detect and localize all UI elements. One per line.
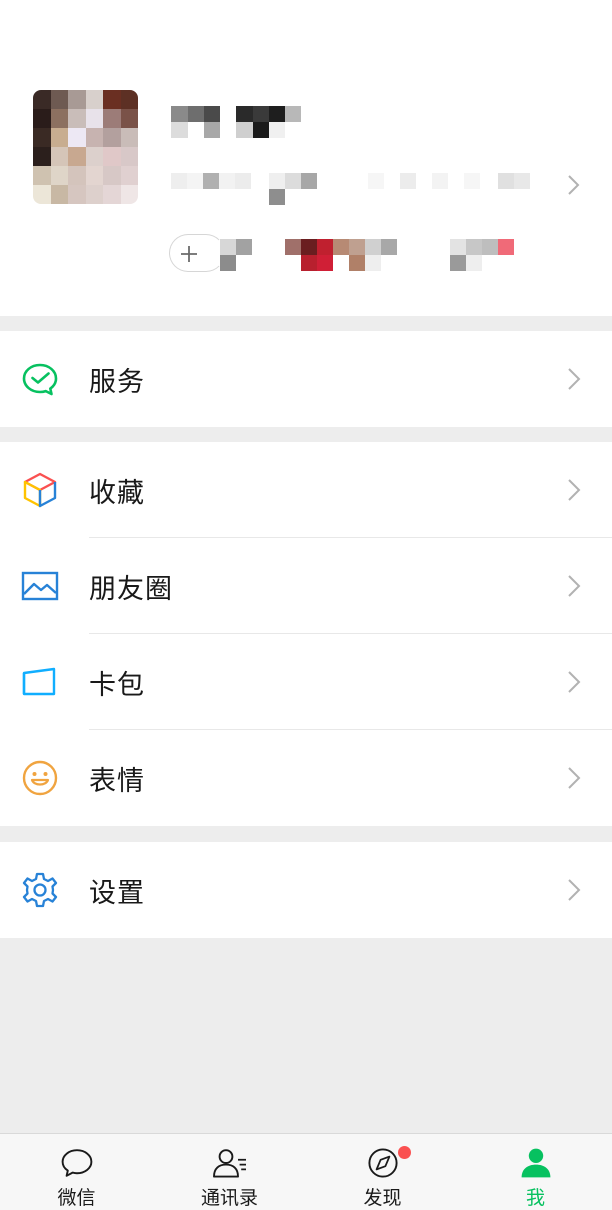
menu-item-favorites[interactable]: 收藏 (0, 442, 612, 538)
plus-icon (181, 246, 197, 262)
menu-item-label: 收藏 (89, 477, 145, 509)
tab-me[interactable]: 我 (459, 1134, 612, 1210)
sticker-smiley-icon (20, 758, 60, 798)
moments-image-icon (20, 566, 60, 606)
me-person-icon (521, 1148, 550, 1178)
tab-label: 微信 (57, 1187, 96, 1209)
chevron-right-icon (568, 175, 580, 195)
add-status-button[interactable] (169, 234, 225, 272)
menu-item-settings[interactable]: 设置 (0, 842, 612, 938)
avatar[interactable] (33, 90, 138, 204)
menu-item-stickers[interactable]: 表情 (0, 730, 612, 826)
notification-dot (398, 1146, 411, 1159)
tab-label: 通讯录 (200, 1187, 258, 1209)
menu-item-card-wallet[interactable]: 卡包 (0, 634, 612, 730)
menu-item-label: 服务 (89, 366, 145, 398)
menu-item-label: 表情 (89, 765, 145, 797)
gear-icon (20, 870, 60, 910)
menu-item-services[interactable]: 服务 (0, 331, 612, 427)
services-group: 服务 (0, 331, 612, 427)
settings-group: 设置 (0, 842, 612, 938)
menu-item-moments[interactable]: 朋友圈 (0, 538, 612, 634)
tab-contacts[interactable]: 通讯录 (153, 1134, 306, 1210)
chevron-right-icon (568, 575, 581, 597)
menu-item-label: 卡包 (89, 669, 145, 701)
profile-header[interactable] (0, 0, 612, 316)
chevron-right-icon (568, 767, 581, 789)
chevron-right-icon (568, 368, 581, 390)
card-wallet-icon (20, 662, 60, 702)
tab-label: 发现 (363, 1187, 402, 1209)
chevron-right-icon (568, 879, 581, 901)
tab-discover[interactable]: 发现 (306, 1134, 459, 1210)
chevron-right-icon (568, 479, 581, 501)
wechat-pay-icon (20, 359, 60, 399)
menu-item-label: 朋友圈 (89, 573, 173, 605)
tab-label: 我 (525, 1187, 545, 1209)
bottom-tab-bar: 微信 通讯录 发现 我 (0, 1133, 612, 1210)
menu-item-label: 设置 (89, 877, 145, 909)
features-group: 收藏 朋友圈 卡包 表情 (0, 442, 612, 826)
chat-bubble-icon (61, 1149, 92, 1177)
tab-chats[interactable]: 微信 (0, 1134, 153, 1210)
contacts-icon (212, 1149, 246, 1178)
favorites-cube-icon (20, 470, 60, 510)
chevron-right-icon (568, 671, 581, 693)
